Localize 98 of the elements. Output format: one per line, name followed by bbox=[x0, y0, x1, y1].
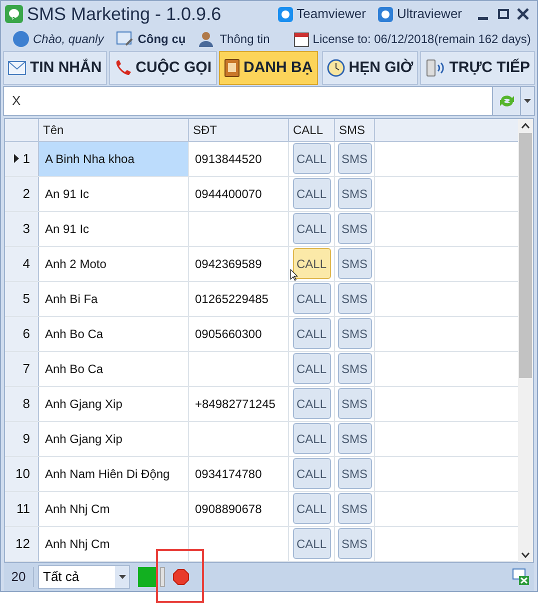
app-icon bbox=[378, 6, 393, 22]
tools-menu[interactable]: Công cụ bbox=[116, 30, 186, 48]
phone-icon bbox=[114, 58, 132, 77]
stop-icon[interactable] bbox=[173, 569, 189, 586]
name-cell: Anh Gjang Xip bbox=[39, 422, 189, 456]
caret-icon bbox=[118, 575, 126, 580]
name-cell: Anh Nhj Cm bbox=[39, 526, 189, 561]
call-button[interactable]: CALL bbox=[292, 353, 330, 384]
column-header[interactable]: CALL bbox=[289, 118, 335, 141]
phone-cell: 0913844520 bbox=[189, 142, 289, 176]
call-button[interactable]: CALL bbox=[292, 248, 330, 280]
name-cell: Anh 2 Moto bbox=[39, 246, 189, 281]
maximize-button[interactable] bbox=[498, 9, 509, 19]
row-header[interactable]: 11 bbox=[5, 492, 39, 526]
tab[interactable]: HẸN GIỜ bbox=[322, 50, 418, 85]
name-cell: Anh Nhj Cm bbox=[39, 492, 189, 526]
row-header[interactable]: 4 bbox=[5, 246, 39, 281]
sms-button[interactable]: SMS bbox=[338, 388, 372, 420]
sms-button[interactable]: SMS bbox=[338, 283, 372, 314]
page-size-text: 20 bbox=[4, 567, 34, 587]
column-header[interactable]: Tên bbox=[39, 118, 189, 141]
filter-dropdown[interactable]: Tất cả bbox=[38, 565, 130, 590]
name-cell: Anh Bi Fa bbox=[39, 282, 189, 316]
tab[interactable]: TIN NHẮN bbox=[3, 50, 107, 85]
row-header[interactable]: 7 bbox=[5, 352, 39, 386]
call-button[interactable]: CALL bbox=[292, 458, 330, 490]
scrollbar[interactable] bbox=[518, 118, 533, 562]
calendar-icon bbox=[294, 30, 309, 47]
sms-button[interactable]: SMS bbox=[338, 458, 372, 490]
tab[interactable]: CUỘC GỌI bbox=[108, 50, 217, 85]
phone-cell: 0942369589 bbox=[189, 246, 289, 281]
call-button[interactable]: CALL bbox=[292, 283, 330, 314]
row-header[interactable]: 8 bbox=[5, 386, 39, 421]
sms-button[interactable]: SMS bbox=[338, 353, 372, 384]
tools-icon bbox=[116, 30, 134, 47]
sms-button[interactable]: SMS bbox=[338, 248, 372, 280]
highlight-frame bbox=[156, 549, 204, 603]
name-cell: Anh Bo Ca bbox=[39, 352, 189, 386]
name-cell: Anh Nam Hiên Di Động bbox=[39, 456, 189, 491]
phone-cell: 0934174780 bbox=[189, 456, 289, 491]
row-header[interactable]: 9 bbox=[5, 422, 39, 456]
license-text: License to: 06/12/2018(remain 162 days) bbox=[312, 30, 531, 48]
close-icon[interactable] bbox=[517, 8, 529, 20]
chat-icon bbox=[5, 5, 23, 23]
row-header[interactable]: 12 bbox=[5, 526, 39, 561]
tab[interactable]: DANH BẠ bbox=[218, 50, 318, 85]
row-header[interactable]: 10 bbox=[5, 456, 39, 491]
sms-button[interactable]: SMS bbox=[338, 178, 372, 210]
row-header[interactable]: 3 bbox=[5, 212, 39, 246]
name-cell: A Binh Nha khoa bbox=[39, 142, 189, 176]
sms-button[interactable]: SMS bbox=[338, 493, 372, 524]
excel-export-icon[interactable] bbox=[512, 568, 530, 586]
name-cell: An 91 Ic bbox=[39, 212, 189, 246]
sms-button[interactable]: SMS bbox=[338, 318, 372, 350]
current-row-icon bbox=[14, 154, 19, 164]
name-cell: Anh Bo Ca bbox=[39, 316, 189, 351]
call-button[interactable]: CALL bbox=[292, 528, 330, 560]
call-button[interactable]: CALL bbox=[292, 388, 330, 420]
sms-button[interactable]: SMS bbox=[338, 143, 372, 174]
name-cell: Anh Gjang Xip bbox=[39, 386, 189, 421]
row-header[interactable]: 1 bbox=[5, 142, 39, 176]
clock-icon bbox=[326, 58, 345, 77]
address-book-icon bbox=[224, 58, 240, 77]
device-icon bbox=[425, 58, 446, 77]
start-button[interactable] bbox=[138, 567, 156, 588]
avatar-icon bbox=[13, 30, 29, 47]
call-button[interactable]: CALL bbox=[292, 493, 330, 524]
window-title: SMS Marketing - 1.0.9.6 bbox=[27, 2, 222, 26]
call-button[interactable]: CALL bbox=[292, 213, 330, 244]
sms-button[interactable]: SMS bbox=[338, 528, 372, 560]
phone-cell: +84982771245 bbox=[189, 386, 289, 421]
sms-button[interactable]: SMS bbox=[338, 423, 372, 454]
tab[interactable]: TRỰC TIẾP bbox=[420, 50, 535, 85]
call-button[interactable]: CALL bbox=[292, 318, 330, 350]
column-header[interactable]: SĐT bbox=[189, 118, 289, 141]
scroll-thumb[interactable] bbox=[519, 132, 532, 378]
column-header[interactable]: SMS bbox=[335, 118, 375, 141]
phone-cell: 0908890678 bbox=[189, 492, 289, 526]
ultraviewer-link[interactable]: Ultraviewer bbox=[378, 4, 462, 24]
sms-button[interactable]: SMS bbox=[338, 213, 372, 244]
call-button[interactable]: CALL bbox=[292, 143, 330, 174]
app-icon bbox=[278, 6, 293, 22]
envelope-icon bbox=[8, 60, 26, 75]
call-button[interactable]: CALL bbox=[292, 423, 330, 454]
person-icon bbox=[198, 30, 216, 47]
phone-cell: 0905660300 bbox=[189, 316, 289, 351]
separator bbox=[160, 567, 165, 588]
phone-cell: 0944400070 bbox=[189, 176, 289, 211]
row-header[interactable]: 2 bbox=[5, 176, 39, 211]
greeting-text: Chào, quanly bbox=[33, 30, 104, 48]
phone-cell: 01265229485 bbox=[189, 282, 289, 316]
row-header[interactable]: 5 bbox=[5, 282, 39, 316]
teamviewer-link[interactable]: Teamviewer bbox=[278, 4, 366, 24]
call-button[interactable]: CALL bbox=[292, 178, 330, 210]
info-menu[interactable]: Thông tin bbox=[198, 30, 270, 48]
name-cell: An 91 Ic bbox=[39, 176, 189, 211]
mouse-cursor-icon bbox=[290, 268, 298, 281]
row-header[interactable]: 6 bbox=[5, 316, 39, 351]
